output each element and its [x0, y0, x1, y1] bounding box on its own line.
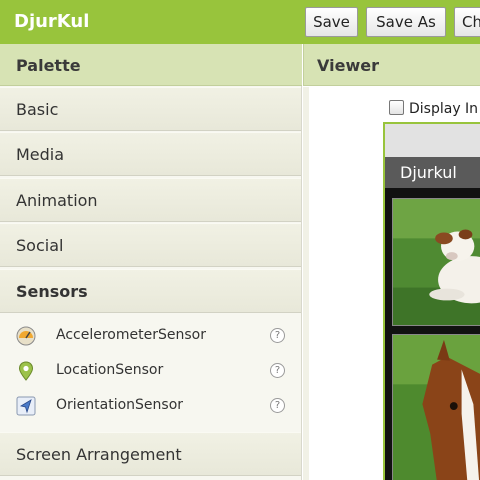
- category-social[interactable]: Social: [0, 223, 301, 267]
- palette-header: Palette: [0, 44, 302, 86]
- category-label: Sensors: [16, 282, 88, 301]
- help-icon[interactable]: ?: [270, 398, 285, 413]
- component-label: LocationSensor: [56, 362, 164, 378]
- save-as-button[interactable]: Save As: [366, 7, 446, 37]
- app-title: DjurKul: [14, 11, 90, 32]
- phone-screen: [385, 188, 480, 480]
- viewer-divider: [303, 87, 309, 480]
- location-pin-icon: [18, 361, 34, 381]
- accelerometer-icon: [16, 326, 36, 346]
- component-location-sensor[interactable]: LocationSensor ?: [0, 354, 301, 388]
- horse-image[interactable]: [392, 334, 480, 480]
- category-label: Media: [16, 145, 65, 164]
- help-icon[interactable]: ?: [270, 363, 285, 378]
- viewer-header: Viewer: [303, 44, 480, 86]
- phone-title-bar: Djurkul: [385, 157, 480, 188]
- category-animation[interactable]: Animation: [0, 178, 301, 222]
- display-checkbox-label: Display In: [409, 101, 479, 117]
- palette-title: Palette: [16, 56, 81, 75]
- top-bar: DjurKul Save Save As Ch: [0, 0, 480, 44]
- category-basic[interactable]: Basic: [0, 87, 301, 131]
- category-label: Animation: [16, 191, 98, 210]
- category-screen-arrangement[interactable]: Screen Arrangement: [0, 432, 301, 476]
- palette-panel: Palette Basic Media Animation Social Sen…: [0, 44, 302, 480]
- category-sensors[interactable]: Sensors: [0, 269, 301, 313]
- component-label: OrientationSensor: [56, 397, 184, 413]
- category-media[interactable]: Media: [0, 132, 301, 176]
- calf-image[interactable]: [392, 198, 480, 326]
- save-button[interactable]: Save: [305, 7, 358, 37]
- viewer-title: Viewer: [317, 56, 379, 75]
- checkpoint-button[interactable]: Ch: [454, 7, 480, 37]
- component-orientation-sensor[interactable]: OrientationSensor ?: [0, 389, 301, 423]
- orientation-icon: [16, 396, 36, 416]
- screen-title: Djurkul: [400, 163, 457, 182]
- help-icon[interactable]: ?: [270, 328, 285, 343]
- component-label: AccelerometerSensor: [56, 327, 206, 343]
- phone-preview: Djurkul: [383, 122, 480, 480]
- category-label: Basic: [16, 100, 59, 119]
- category-label: Social: [16, 236, 64, 255]
- phone-status-bar: [385, 124, 480, 157]
- viewer-panel: Viewer Display In Djurkul: [303, 44, 480, 480]
- display-checkbox[interactable]: [389, 100, 404, 115]
- component-accelerometer-sensor[interactable]: AccelerometerSensor ?: [0, 319, 301, 353]
- category-label: Screen Arrangement: [16, 445, 182, 464]
